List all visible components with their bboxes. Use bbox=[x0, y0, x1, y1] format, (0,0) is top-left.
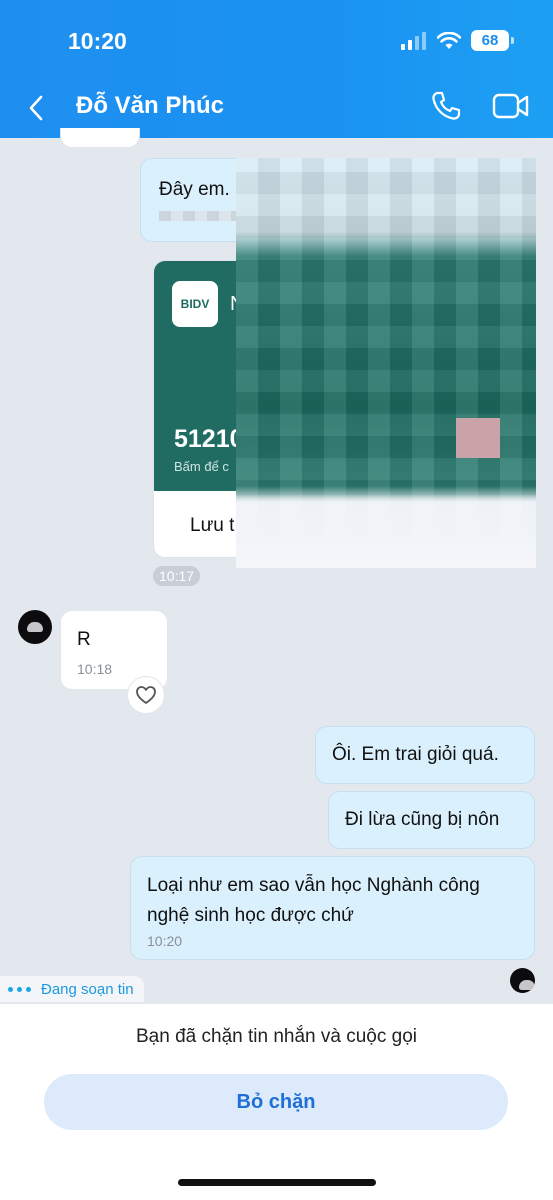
account-number: 51210 bbox=[174, 425, 244, 453]
message-text: Ôi. Em trai giỏi quá. bbox=[332, 744, 499, 765]
chevron-left-icon bbox=[29, 95, 43, 121]
message-time: 10:18 bbox=[77, 661, 113, 677]
heart-icon bbox=[136, 686, 156, 704]
battery-icon: 68 bbox=[471, 30, 514, 51]
unblock-button[interactable]: Bỏ chặn bbox=[44, 1074, 508, 1130]
typing-dots-icon bbox=[8, 986, 31, 992]
bank-logo: BIDV bbox=[172, 281, 218, 327]
message-bubble-outgoing[interactable]: Loại như em sao vẫn học Nghành công nghệ… bbox=[130, 856, 535, 960]
react-button[interactable] bbox=[127, 676, 165, 714]
seen-avatar bbox=[510, 968, 535, 993]
message-text: Loại như em sao vẫn học Nghành công nghệ… bbox=[147, 875, 480, 926]
blocked-panel: Bạn đã chặn tin nhắn và cuộc gọi Bỏ chặn bbox=[0, 1004, 553, 1200]
call-button[interactable] bbox=[430, 90, 466, 126]
card-hint: Bấm để c bbox=[174, 459, 229, 474]
wifi-icon bbox=[437, 31, 461, 49]
save-account-button[interactable]: Lưu t bbox=[190, 515, 234, 537]
status-time: 10:20 bbox=[68, 28, 127, 54]
typing-indicator: Đang soạn tin bbox=[0, 976, 144, 1002]
typing-label: Đang soạn tin bbox=[41, 980, 134, 998]
signal-icon bbox=[401, 31, 426, 50]
home-indicator[interactable] bbox=[178, 1179, 376, 1186]
message-text: R bbox=[77, 629, 91, 650]
video-camera-icon bbox=[492, 93, 529, 119]
video-call-button[interactable] bbox=[492, 92, 532, 124]
message-bubble-partial bbox=[60, 128, 140, 148]
message-bubble-outgoing[interactable]: Ôi. Em trai giỏi quá. bbox=[315, 726, 535, 784]
message-bubble-outgoing[interactable]: Đi lừa cũng bị nôn bbox=[328, 791, 535, 849]
back-button[interactable] bbox=[28, 88, 58, 128]
message-text: Đi lừa cũng bị nôn bbox=[345, 809, 500, 830]
avatar[interactable] bbox=[18, 610, 52, 644]
blocked-notice: Bạn đã chặn tin nhắn và cuộc gọi bbox=[136, 1026, 417, 1047]
phone-icon bbox=[432, 91, 461, 120]
redacted-area bbox=[236, 158, 536, 568]
message-time: 10:20 bbox=[147, 933, 183, 949]
status-icons: 68 bbox=[401, 30, 514, 51]
chat-header: 10:20 68 Đỗ Văn Phúc bbox=[0, 0, 553, 138]
contact-name[interactable]: Đỗ Văn Phúc bbox=[76, 92, 224, 120]
message-text: Đây em. bbox=[159, 179, 230, 200]
message-time: 10:17 bbox=[153, 566, 201, 586]
redacted-block bbox=[456, 418, 500, 458]
